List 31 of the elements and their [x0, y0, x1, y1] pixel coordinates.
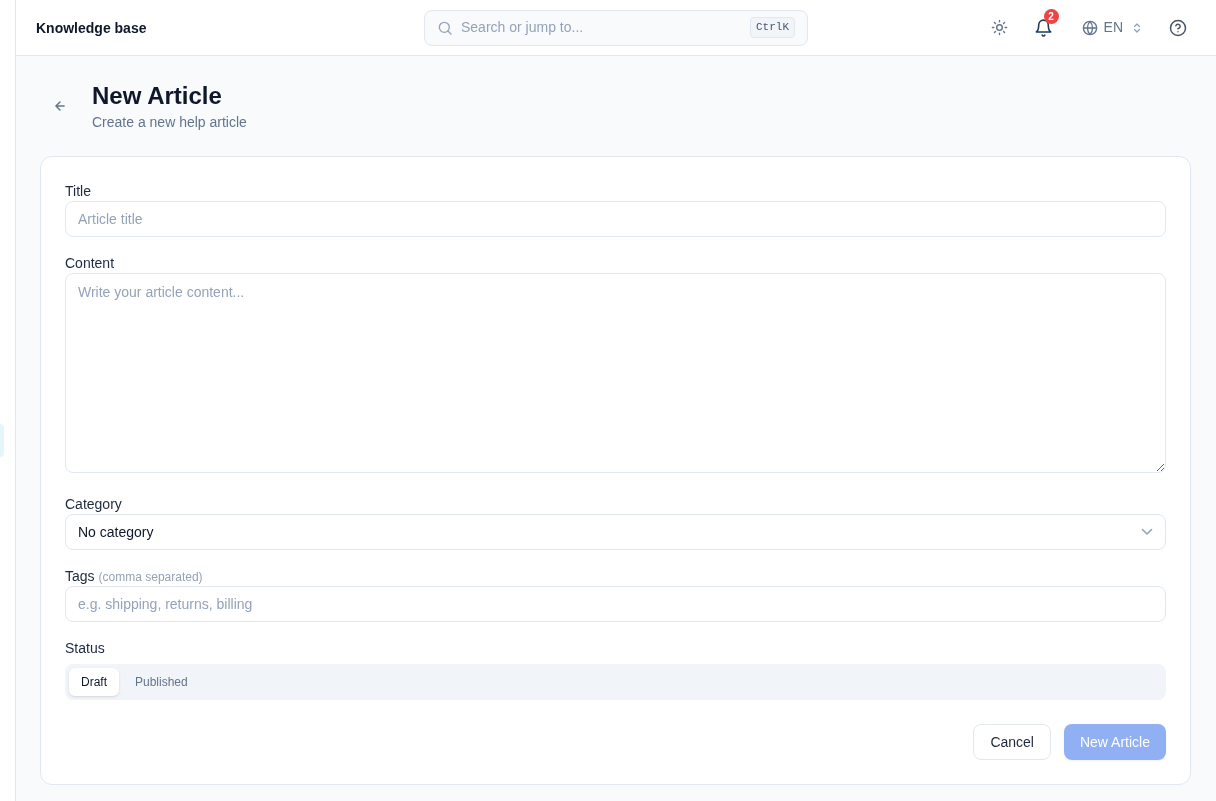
- search-icon: [437, 19, 453, 36]
- field-hint: (comma separated): [98, 569, 203, 586]
- search-input[interactable]: Search or jump to...: [461, 17, 742, 38]
- chevron-down-icon: [1141, 528, 1153, 536]
- sun-icon: [991, 19, 1009, 36]
- page-subtitle: Create a new help article: [92, 113, 247, 132]
- help-button[interactable]: [1169, 18, 1187, 37]
- field-label: Title: [65, 182, 91, 201]
- notification-badge: 2: [1043, 8, 1059, 24]
- shortcut-key: CtrlK: [750, 17, 795, 38]
- app-title: Knowledge base: [36, 19, 147, 36]
- help-icon: [1169, 18, 1187, 37]
- page-title: New Article: [92, 81, 223, 111]
- select-value: No category: [78, 522, 154, 542]
- status-option[interactable]: Published: [123, 668, 200, 696]
- language-button[interactable]: EN: [1081, 17, 1143, 38]
- search-bar[interactable]: Search or jump to... CtrlK: [424, 9, 808, 46]
- category-select[interactable]: No category: [65, 514, 1166, 550]
- theme-toggle-button[interactable]: [989, 17, 1010, 38]
- text-input[interactable]: Article title: [65, 201, 1166, 237]
- arrow-left-icon: [53, 99, 67, 113]
- chevron-up-down-icon: [1131, 21, 1143, 34]
- globe-icon: [1081, 19, 1098, 36]
- cancel-button[interactable]: Cancel: [973, 724, 1051, 760]
- field-label: Content: [65, 254, 115, 273]
- text-input[interactable]: e.g. shipping, returns, billing: [65, 586, 1166, 622]
- status-option[interactable]: Draft: [69, 668, 119, 696]
- field-label: Tags: [65, 567, 95, 586]
- field-label: Status: [65, 639, 105, 658]
- content-textarea[interactable]: Write your article content...: [65, 273, 1166, 473]
- field-label: Category: [65, 495, 122, 514]
